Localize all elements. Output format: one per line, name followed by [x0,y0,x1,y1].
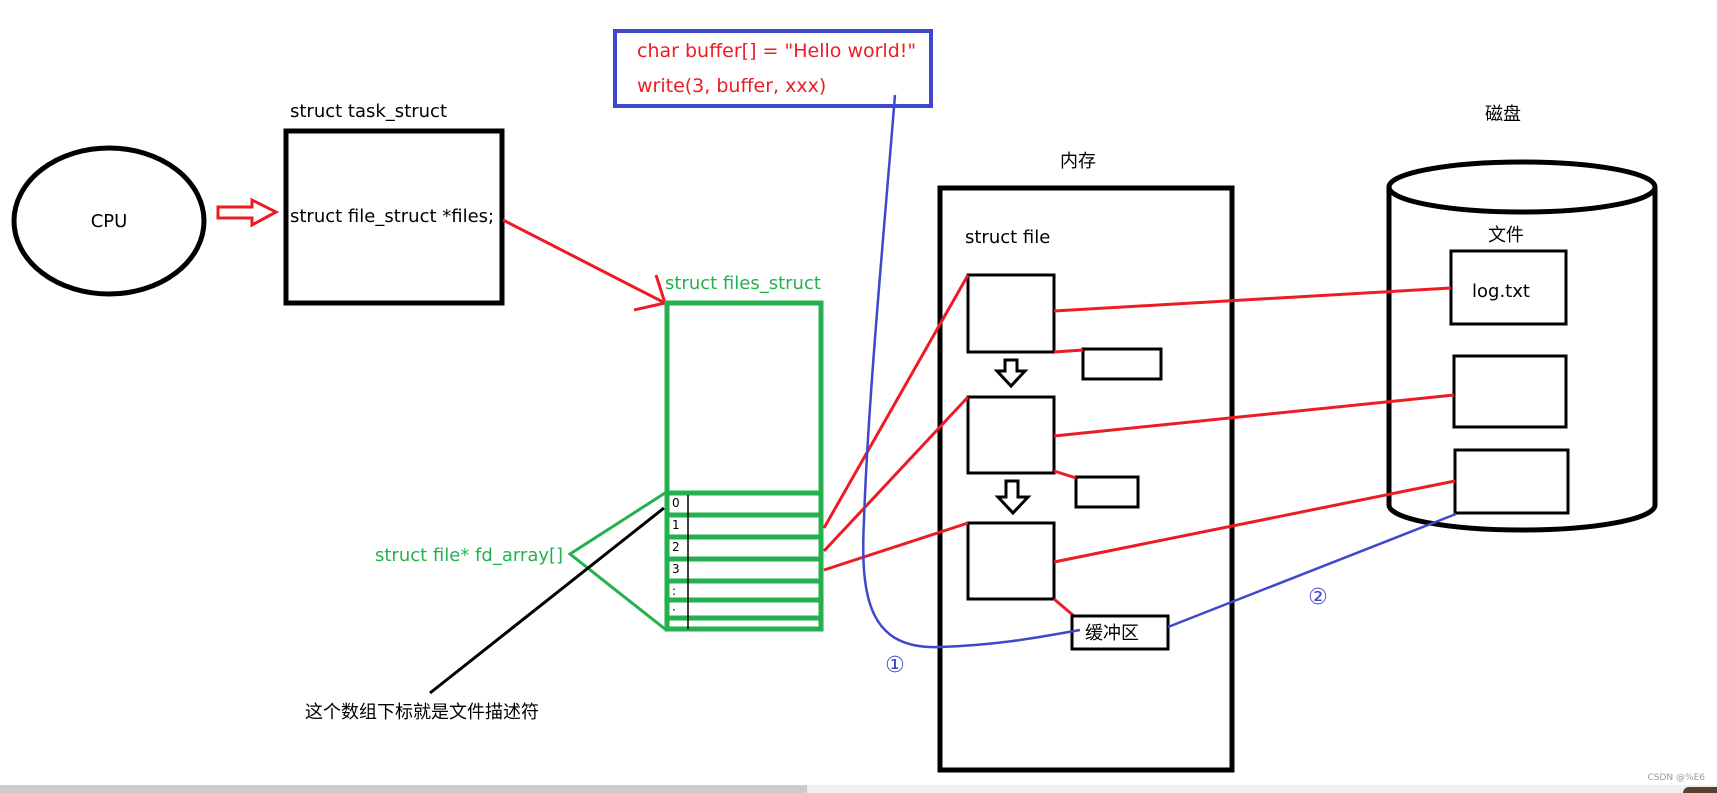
struct-file-2-to-small-2 [1053,469,1077,480]
fd-index-4: : [672,584,676,598]
diagram-canvas: CPU struct task_struct struct file_struc… [11,29,1658,773]
files-struct-title: struct files_struct [665,273,821,294]
files-pointer-arrowhead-b [633,301,666,312]
fd1-to-file1-line [822,274,970,529]
fd-array-bracket [567,491,666,631]
step-2-marker: ② [1308,585,1328,610]
fd-index-1: 1 [672,518,680,532]
fd-array-label: struct file* fd_array[] [375,545,563,566]
buffer-label: 缓冲区 [1085,623,1139,644]
write-flow-curve [862,94,1081,649]
horizontal-scrollbar[interactable] [0,785,1717,793]
struct-file-small-box-2 [1074,475,1140,509]
cpu-to-task-arrow [216,197,280,228]
next-arrow-2 [994,479,1032,516]
disk-file-box-2 [1452,354,1568,429]
fd-index-0: 0 [672,496,680,510]
struct-file-label: struct file [965,227,1050,248]
annotation-text: 这个数组下标就是文件描述符 [305,702,539,723]
file2-to-disk2-line [1053,393,1455,438]
corner-widget [1683,787,1717,793]
struct-file-1-to-small-1 [1053,348,1084,354]
watermark: CSDN @%E6 [1647,773,1706,783]
step-1-marker: ① [885,653,905,678]
disk-file-name-1: log.txt [1472,281,1530,302]
file3-to-disk3-line [1053,479,1456,564]
disk-files-label: 文件 [1488,225,1524,246]
struct-file-box-2 [966,395,1056,475]
fd-index-5: · [672,603,676,617]
disk-title: 磁盘 [1485,104,1521,125]
struct-file-3-to-buffer [1053,597,1075,618]
disk-file-box-3 [1453,448,1570,515]
task-struct-files-field: struct file_struct *files; [290,206,494,227]
fd-array-rows: 0 1 2 3: · [667,490,821,621]
fd-index-2: 2 [672,540,680,554]
files-pointer-line [502,218,666,305]
struct-file-box-3 [966,521,1056,601]
struct-file-box-1 [966,273,1056,354]
task-struct-title: struct task_struct [290,101,447,122]
fd-index-3: 3 [672,562,680,576]
next-arrow-1 [993,358,1029,389]
memory-title: 内存 [1060,151,1096,172]
code-line-1: char buffer[] = "Hello world!" [637,40,916,62]
fd2-to-file2-line [822,395,970,553]
code-line-2: write(3, buffer, xxx) [637,75,826,97]
cpu-label: CPU [91,211,128,232]
disk-cylinder-top [1386,159,1658,215]
scrollbar-thumb[interactable] [0,785,807,793]
struct-file-small-box-1 [1081,347,1163,381]
